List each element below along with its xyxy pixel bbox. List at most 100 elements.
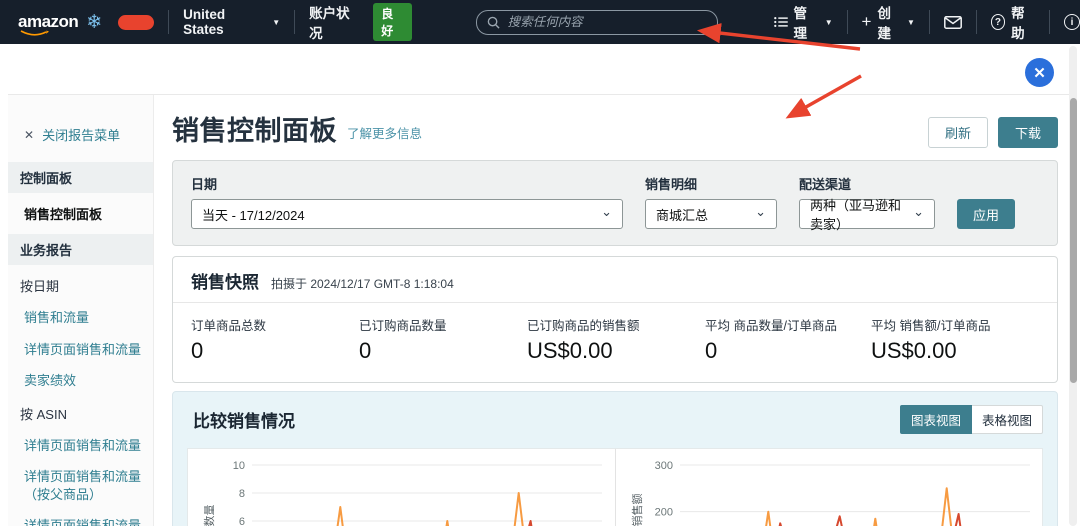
marketplace-switcher[interactable]: United States ▼ [183, 7, 280, 37]
snapshot-title: 销售快照 [191, 273, 259, 292]
messages-button[interactable] [943, 15, 962, 29]
reports-modal: ✕ ✕ 关闭报告菜单 控制面板 销售控制面板 业务报告 按日期 销售和流量 详情页面销售和… [8, 50, 1072, 526]
snapshot-stat: 已订购商品的销售额 US$0.00 [527, 315, 705, 364]
svg-text:200: 200 [654, 507, 672, 519]
snapshot-stats-row: 订单商品总数 0 已订购商品数量 0 已订购商品的销售额 US$0.00 平均 商品数量/订… [173, 303, 1057, 382]
create-label: 创建 [877, 6, 891, 41]
compare-sales-card: 比较销售情况 图表视图 表格视图 已订购商品数量1086420已订购商品的销售额… [172, 391, 1058, 526]
svg-text:300: 300 [654, 460, 672, 472]
sidebar-item[interactable]: 详情页面销售和流量 [8, 334, 153, 366]
amazon-smile-icon [20, 30, 49, 36]
sidebar-subheader: 按 ASIN [20, 406, 67, 422]
top-navigation-bar: amazon ❄ United States ▼ 账户状况 良好 搜索任何内容 … [0, 0, 1080, 44]
stat-label: 订单商品总数 [191, 319, 267, 333]
learn-more-link[interactable]: 了解更多信息 [347, 123, 422, 142]
filter-label: 销售明细 [645, 177, 698, 192]
filter-bar: 日期 当天 - 17/12/2024 ⌄ 销售明细 商城汇总 ⌄ 配送渠道 两种（亚马逊和卖家… [172, 160, 1058, 246]
close-report-menu-link[interactable]: ✕ 关闭报告菜单 [8, 117, 153, 158]
svg-text:10: 10 [233, 460, 245, 472]
chart-panel: 已订购商品的销售额3002001000 [614, 449, 1043, 526]
info-button[interactable]: i [1064, 14, 1080, 30]
snowflake-icon: ❄ [86, 11, 103, 33]
search-input[interactable] [507, 15, 707, 29]
divider [168, 10, 170, 34]
page-title: 销售控制面板 [172, 116, 337, 146]
sales-snapshot-card: 销售快照 拍摄于 2024/12/17 GMT-8 1:18:04 订单商品总数… [172, 256, 1058, 383]
chart-y-axis-label: 已订购商品的销售额 [629, 478, 645, 526]
chart-y-axis-label: 已订购商品数量 [201, 478, 217, 526]
close-icon: ✕ [1033, 64, 1046, 82]
chart-series-line [778, 513, 961, 526]
manage-menu[interactable]: 管理 ▼ [773, 2, 833, 42]
chart-view-button[interactable]: 图表视图 [899, 405, 972, 434]
sidebar-item[interactable]: 详情页面销售和流量 [8, 430, 153, 462]
envelope-icon [943, 15, 962, 29]
filter-group: 配送渠道两种（亚马逊和卖家） ⌄ [799, 174, 935, 232]
modal-scrollbar[interactable] [1069, 46, 1077, 526]
question-icon: ? [990, 14, 1006, 30]
filter-row: 日期 当天 - 17/12/2024 ⌄ 销售明细 商城汇总 ⌄ 配送渠道 两种（亚马逊和卖家… [191, 174, 935, 232]
compare-title: 比较销售情况 [193, 412, 295, 431]
dashboard-main: 销售控制面板 了解更多信息 刷新 下载 日期 当天 - 17/12/2024 ⌄ 销售… [154, 95, 1072, 526]
chevron-down-icon: ⌄ [601, 204, 612, 219]
amazon-logo[interactable]: amazon [18, 12, 79, 36]
stat-value: US$0.00 [527, 338, 613, 363]
sidebar-item[interactable]: 详情页面销售和流量（按父商品） [8, 461, 153, 510]
account-health-badge: 良好 [373, 3, 412, 41]
help-button[interactable]: ? 帮助 [990, 2, 1035, 42]
stat-value: US$0.00 [871, 338, 957, 363]
modal-close-button[interactable]: ✕ [1025, 58, 1054, 87]
download-button[interactable]: 下载 [997, 117, 1058, 148]
line-chart: 3002001000 [654, 460, 1030, 526]
divider [1049, 10, 1051, 34]
apply-button[interactable]: 应用 [957, 199, 1016, 229]
snapshot-stat: 平均 商品数量/订单商品 0 [705, 315, 871, 364]
filter-select[interactable]: 商城汇总 ⌄ [645, 199, 777, 229]
stat-value: 0 [191, 338, 204, 363]
chevron-down-icon: ▼ [272, 17, 281, 27]
filter-select[interactable]: 两种（亚马逊和卖家） ⌄ [799, 198, 935, 232]
snapshot-timestamp: 拍摄于 2024/12/17 GMT-8 1:18:04 [271, 277, 454, 291]
filter-group: 日期 当天 - 17/12/2024 ⌄ [191, 174, 623, 229]
refresh-button[interactable]: 刷新 [927, 117, 988, 148]
filter-selected-value: 两种（亚马逊和卖家） [810, 198, 902, 232]
stat-value: 0 [705, 338, 718, 363]
info-icon: i [1064, 14, 1080, 30]
filter-select[interactable]: 当天 - 17/12/2024 ⌄ [191, 199, 623, 229]
amazon-logo-text: amazon [18, 12, 79, 31]
global-search[interactable] [475, 9, 718, 35]
sidebar-item[interactable]: 卖家绩效 [8, 365, 153, 397]
account-health[interactable]: 账户状况 良好 [309, 2, 412, 42]
svg-text:8: 8 [239, 488, 245, 500]
divider [975, 10, 977, 34]
line-chart: 1086420 [233, 460, 602, 526]
stat-label: 已订购商品数量 [359, 319, 447, 333]
scrollbar-thumb[interactable] [1069, 98, 1077, 383]
table-view-button[interactable]: 表格视图 [971, 405, 1043, 434]
view-toggle: 图表视图 表格视图 [899, 405, 1043, 434]
close-icon: ✕ [24, 127, 35, 142]
plus-icon: + [861, 12, 872, 31]
charts-row: 已订购商品数量1086420已订购商品的销售额3002001000 [187, 448, 1043, 526]
create-menu[interactable]: + 创建 ▼ [862, 2, 915, 42]
stat-label: 已订购商品的销售额 [527, 319, 640, 333]
help-label: 帮助 [1011, 6, 1025, 41]
filter-selected-value: 当天 - 17/12/2024 [202, 207, 305, 223]
stat-label: 平均 销售额/订单商品 [871, 319, 991, 333]
sidebar-item-active[interactable]: 销售控制面板 [8, 197, 153, 230]
close-report-menu-label: 关闭报告菜单 [42, 128, 121, 143]
divider [846, 10, 848, 34]
store-name-redacted [118, 14, 155, 30]
reports-sidebar: ✕ 关闭报告菜单 控制面板 销售控制面板 业务报告 按日期 销售和流量 详情页面销售和流量… [8, 95, 154, 526]
account-health-label: 账户状况 [309, 6, 350, 41]
sidebar-item[interactable]: 详情页面销售和流量（按子商品） [8, 510, 153, 526]
sidebar-item[interactable]: 销售和流量 [8, 302, 153, 334]
chevron-down-icon: ⌄ [913, 204, 924, 219]
stat-value: 0 [359, 338, 372, 363]
list-icon [773, 17, 788, 27]
divider [928, 10, 930, 34]
snapshot-stat: 已订购商品数量 0 [359, 315, 527, 364]
filter-label: 配送渠道 [799, 177, 852, 192]
manage-label: 管理 [793, 6, 808, 41]
chevron-down-icon: ▼ [906, 17, 915, 27]
